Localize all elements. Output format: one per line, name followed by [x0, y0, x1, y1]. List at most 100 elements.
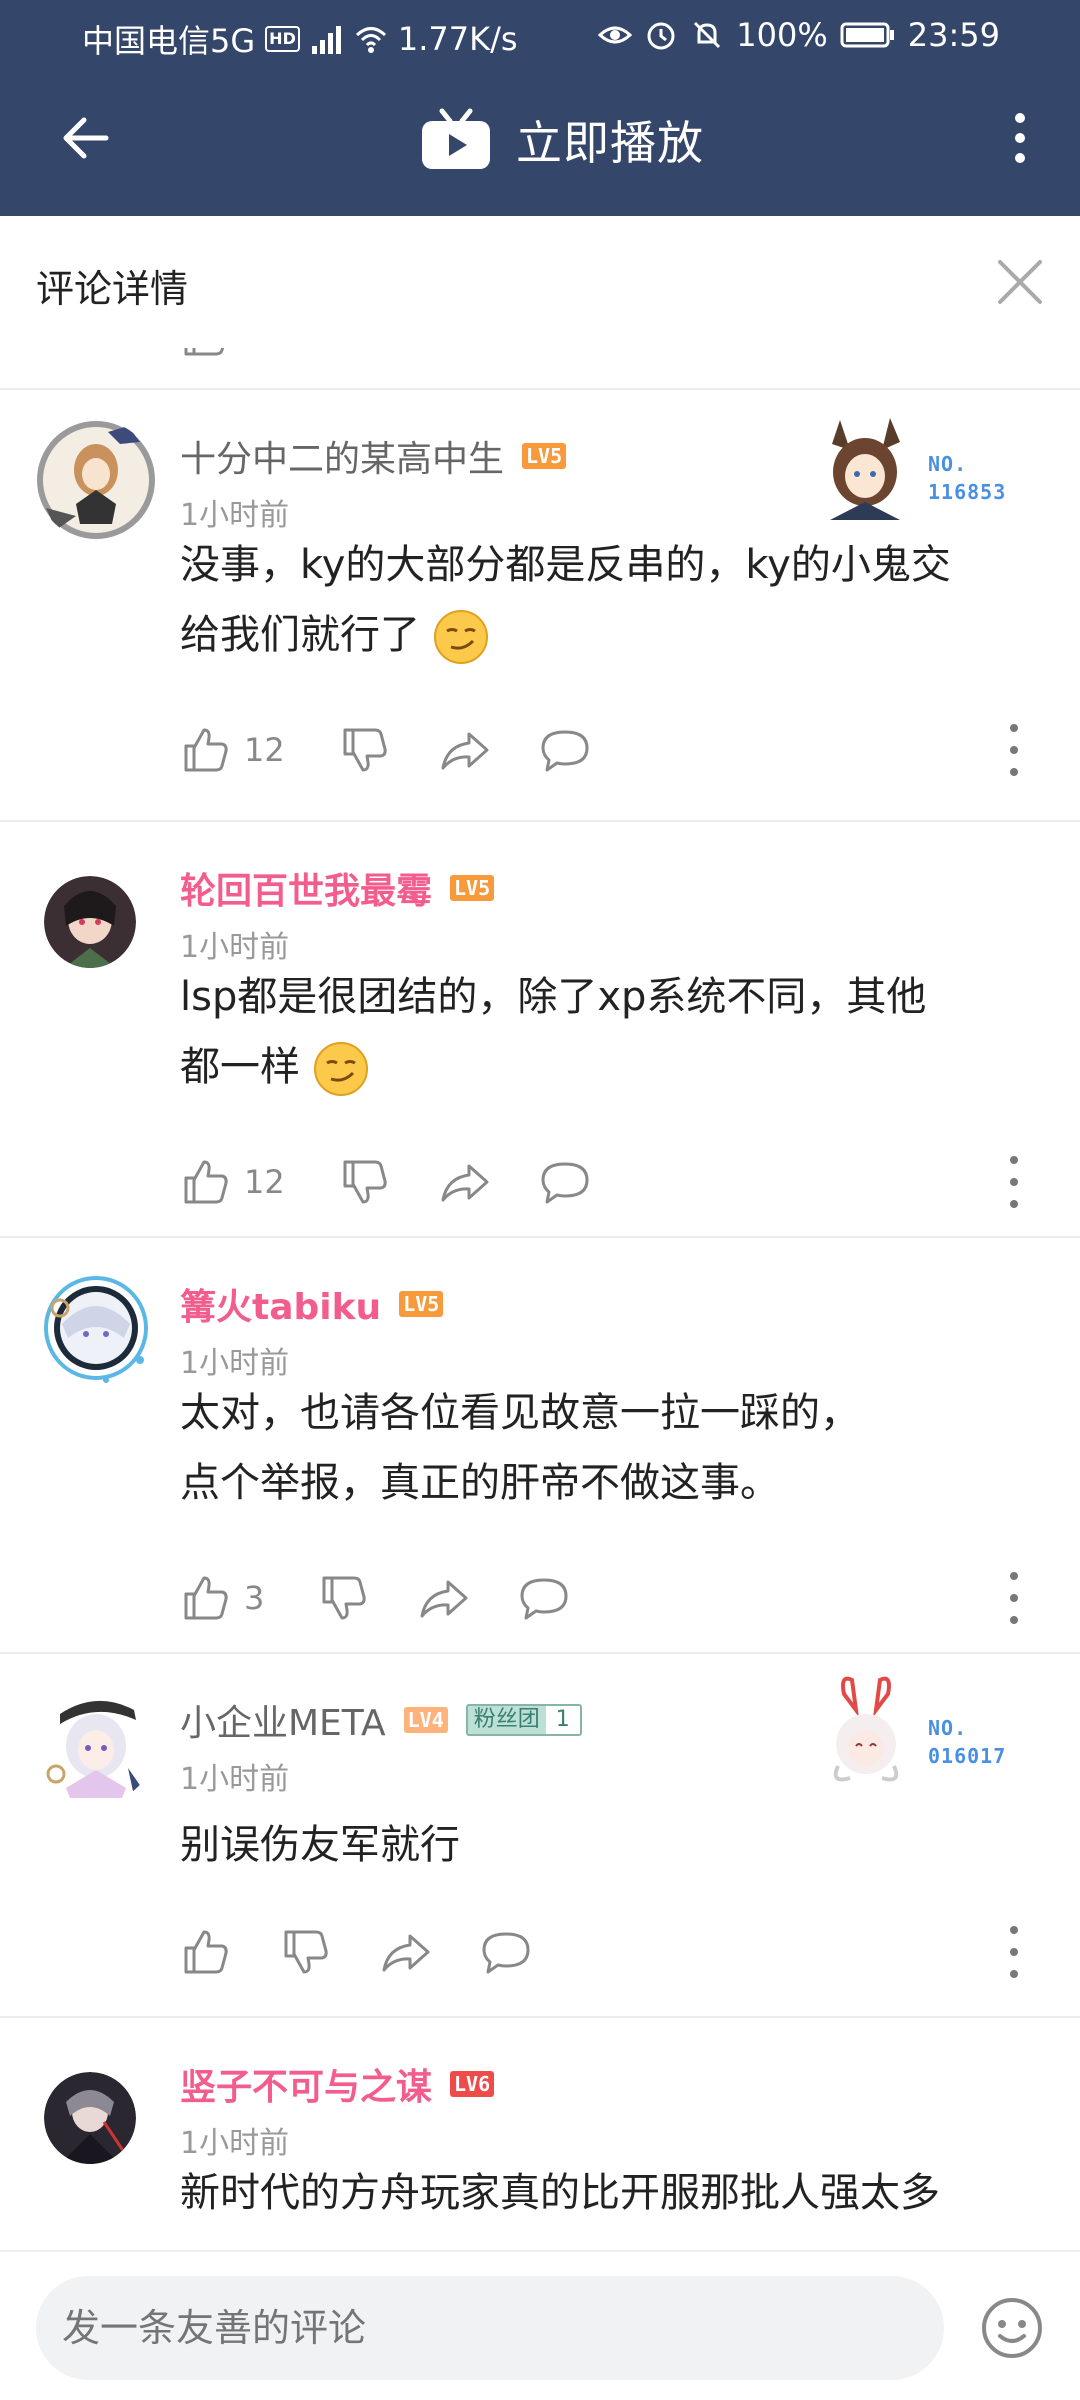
list-item: 轮回百世我最霉 LV5 1小时前 lsp都是很团结的，除了xp系统不同，其他 都…: [0, 822, 1080, 1238]
comment-line: 点个举报，真正的肝帝不做这事。: [180, 1460, 780, 1506]
reply-bubble-icon[interactable]: [518, 1572, 570, 1624]
comment-line: lsp都是很团结的，除了xp系统不同，其他: [180, 974, 927, 1020]
comment-more-button[interactable]: [1010, 1156, 1022, 1208]
comment-more-button[interactable]: [1010, 724, 1022, 776]
comment-text: 别误伤友军就行: [180, 1810, 1060, 1880]
more-options-button[interactable]: [990, 102, 1050, 174]
fan-number-label: NO.: [928, 452, 968, 476]
avatar[interactable]: [44, 876, 136, 968]
thumbs-up-icon[interactable]: [180, 724, 232, 776]
dot: [1010, 1926, 1018, 1934]
like-count: 12: [244, 731, 285, 769]
reply-bubble-icon[interactable]: [480, 1926, 532, 1978]
arrow-left-icon: [63, 117, 109, 159]
emoji-face-icon[interactable]: [980, 2296, 1044, 2360]
username[interactable]: 小企业META: [180, 1694, 386, 1746]
username[interactable]: 十分中二的某高中生: [180, 430, 504, 482]
page-title: 立即播放: [516, 116, 704, 170]
thumbs-down-icon[interactable]: [339, 1156, 391, 1208]
reply-bubble-icon[interactable]: [539, 724, 591, 776]
thumbs-down-icon[interactable]: [339, 724, 391, 776]
fan-number-value: 016017: [928, 1744, 1007, 1768]
comment-actions: 12: [180, 348, 309, 360]
comment-line-wrap: 都一样: [180, 1032, 1060, 1102]
eye-icon: [598, 26, 633, 44]
fan-number: NO. 016017: [928, 1714, 1006, 1770]
username-row: 篝火tabiku LV5: [180, 1278, 444, 1330]
list-item: 小企业META LV4 粉丝团 1 1小时前 NO. 016017 别误伤友军就…: [0, 1654, 1080, 2018]
thumbs-up-icon[interactable]: [180, 1926, 232, 1978]
back-button[interactable]: [50, 102, 122, 174]
play-now-title[interactable]: 立即播放: [420, 100, 704, 180]
title-bar: 立即播放: [0, 72, 1080, 216]
list-item: 竖子不可与之谋 LV6 1小时前 新时代的方舟玩家真的比开服那批人强太多: [0, 2018, 1080, 2248]
dot: [1015, 113, 1025, 123]
dot: [1010, 1572, 1018, 1580]
avatar[interactable]: [44, 2072, 136, 2164]
comment-text: 太对，也请各位看见故意一拉一踩的， 点个举报，真正的肝帝不做这事。: [180, 1378, 1060, 1518]
comment-line: 太对，也请各位看见故意一拉一踩的，: [180, 1390, 860, 1436]
dot: [1010, 724, 1018, 732]
share-icon[interactable]: [439, 724, 491, 776]
dot: [1015, 153, 1025, 163]
comment-detail-header: 评论详情: [0, 216, 1080, 348]
dot: [1010, 746, 1018, 754]
dot: [1010, 1948, 1018, 1956]
fan-number-value: 116853: [928, 480, 1007, 504]
timestamp: 1小时前: [180, 1762, 290, 1797]
comment-actions: 12: [180, 1156, 591, 1208]
net-speed-text: 1.77K/s: [397, 20, 518, 58]
reply-bubble-icon[interactable]: [539, 1156, 591, 1208]
timestamp: 1小时前: [180, 2126, 290, 2161]
battery-percent: 100%: [736, 16, 828, 54]
dot: [1010, 1200, 1018, 1208]
avatar[interactable]: [36, 1684, 156, 1804]
thumbs-down-icon[interactable]: [280, 1926, 332, 1978]
smirk-emoji-icon: [313, 1042, 368, 1096]
share-icon[interactable]: [418, 1572, 470, 1624]
comment-input[interactable]: [36, 2276, 944, 2380]
like-count: 12: [244, 348, 285, 353]
avatar[interactable]: [36, 420, 156, 540]
battery-icon: [840, 22, 894, 48]
list-item-partial: 12: [0, 348, 1080, 390]
like-count: 12: [244, 1163, 285, 1201]
smirk-emoji-icon: [433, 610, 488, 664]
thumbs-up-icon[interactable]: [180, 348, 232, 360]
level-badge: LV4: [403, 1707, 448, 1733]
comment-list[interactable]: 12 十分中二的某高中生 LV5 1小时前: [0, 348, 1080, 2248]
dot: [1010, 1156, 1018, 1164]
username[interactable]: 篝火tabiku: [180, 1278, 381, 1330]
fan-group-level: 1: [555, 1707, 570, 1732]
comment-text: lsp都是很团结的，除了xp系统不同，其他 都一样: [180, 962, 1060, 1102]
level-badge: LV5: [399, 1291, 444, 1317]
comment-line: 没事，ky的大部分都是反串的，ky的小鬼交: [180, 542, 951, 588]
like-count: 3: [244, 1579, 265, 1617]
close-icon[interactable]: [990, 252, 1050, 312]
comment-more-button[interactable]: [1010, 1572, 1022, 1624]
username[interactable]: 轮回百世我最霉: [180, 862, 432, 914]
comment-line: 都一样: [180, 1044, 300, 1090]
share-icon[interactable]: [380, 1926, 432, 1978]
fan-group-badge[interactable]: 粉丝团 1: [465, 1704, 582, 1736]
comment-line-wrap: 给我们就行了: [180, 600, 1060, 670]
comment-more-button[interactable]: [1010, 1926, 1022, 1978]
thumbs-up-icon[interactable]: [180, 1572, 232, 1624]
status-right: 100% 23:59: [598, 16, 1000, 54]
fan-group-label: 粉丝团: [467, 1706, 546, 1734]
comment-actions: [180, 1926, 532, 1978]
clock-time: 23:59: [907, 16, 1000, 54]
comment-text: 没事，ky的大部分都是反串的，ky的小鬼交 给我们就行了: [180, 530, 1060, 670]
mute-bell-icon: [694, 21, 721, 49]
level-badge: LV5: [450, 875, 495, 901]
status-left: 中国电信5G HD 1.77K/s: [82, 16, 518, 62]
dot: [1010, 1970, 1018, 1978]
thumbs-up-icon[interactable]: [180, 1156, 232, 1208]
username-row: 小企业META LV4 粉丝团 1: [180, 1694, 582, 1746]
avatar[interactable]: [36, 1268, 156, 1388]
dot: [1010, 1178, 1018, 1186]
thumbs-down-icon[interactable]: [318, 1572, 370, 1624]
username[interactable]: 竖子不可与之谋: [180, 2058, 432, 2110]
share-icon[interactable]: [439, 1156, 491, 1208]
fan-number-card: NO. 016017: [810, 1674, 1020, 1794]
